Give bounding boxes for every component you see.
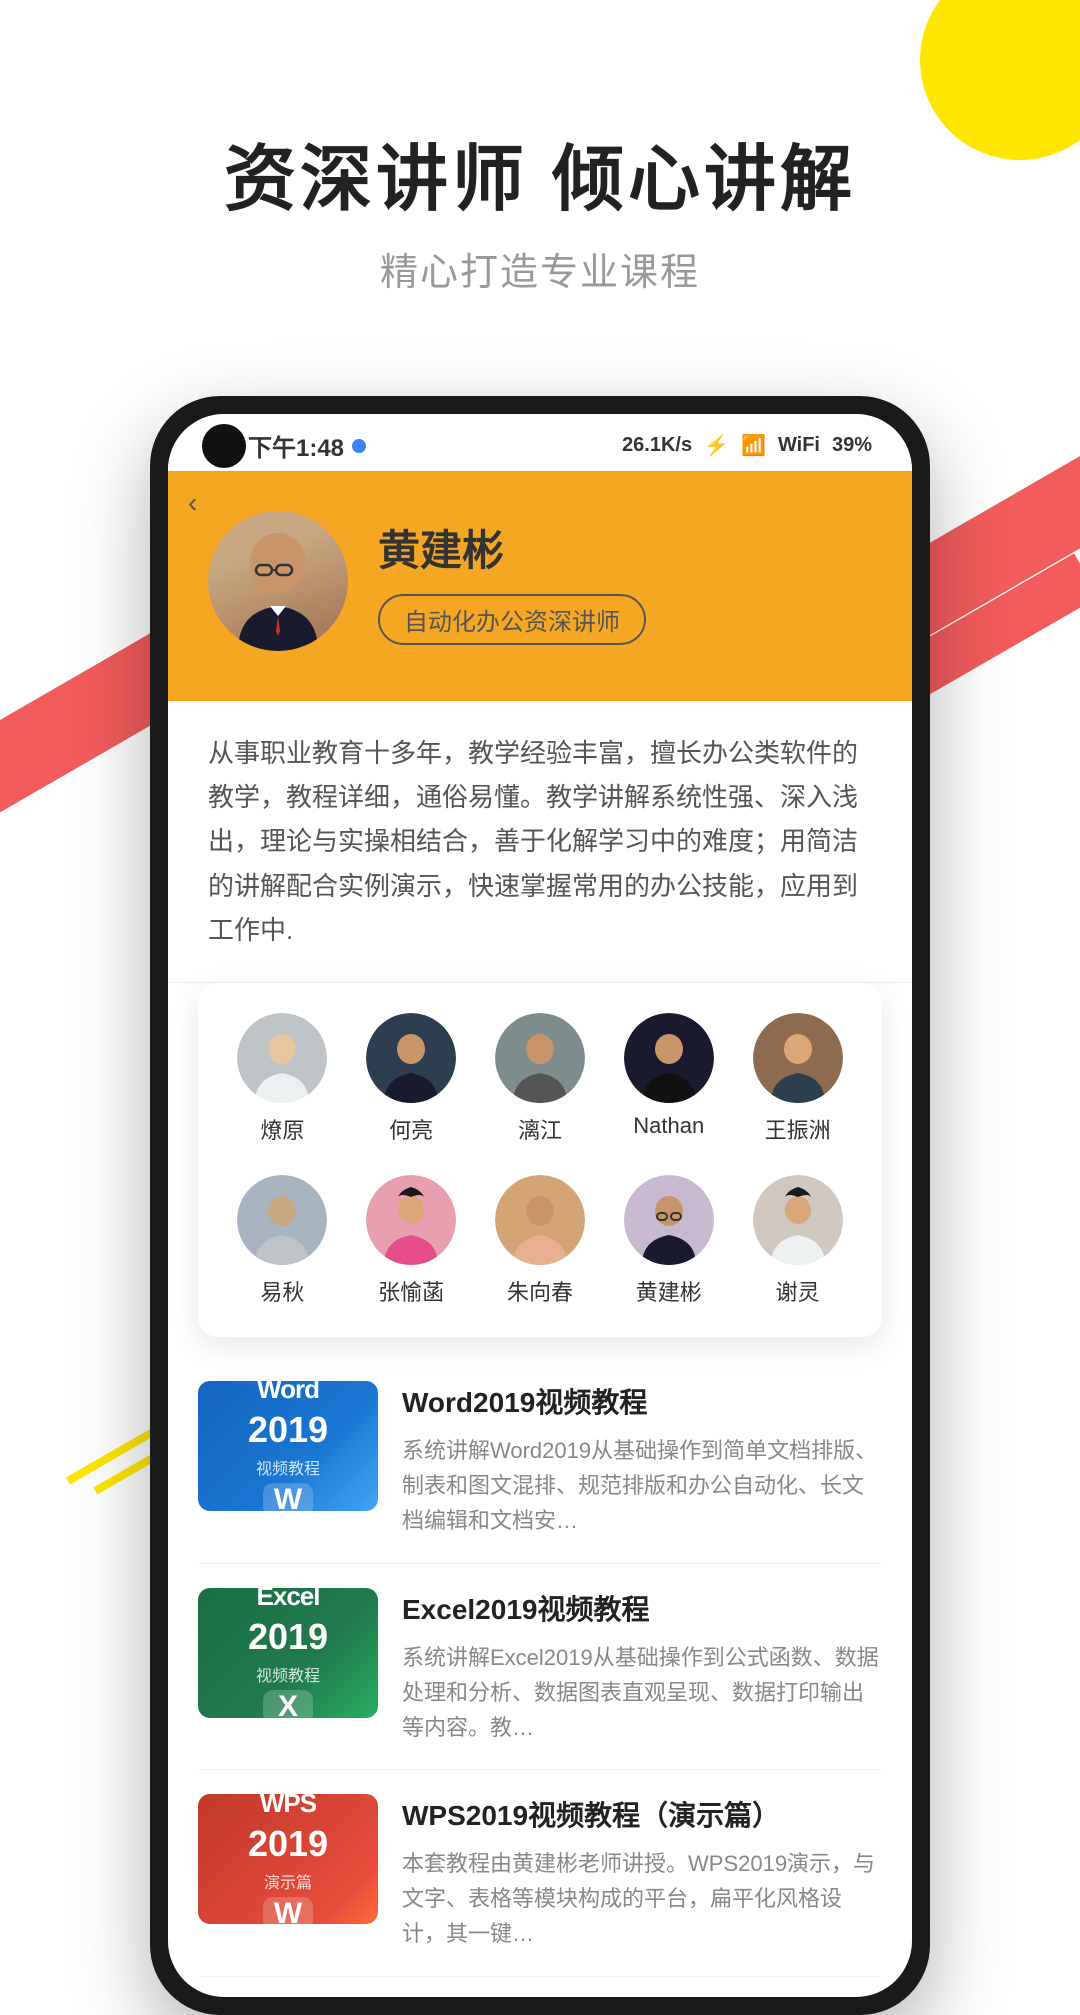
course-info: Word2019视频教程 系统讲解Word2019从基础操作到简单文档排版、制表… bbox=[402, 1381, 882, 1539]
status-dot bbox=[352, 439, 366, 453]
battery: 39% bbox=[832, 434, 872, 457]
course-thumb: WPS 2019 演示篇 W bbox=[198, 1794, 378, 1924]
course-item[interactable]: WPS 2019 演示篇 W WPS2019视频教程（演示篇） 本套教程由黄建彬… bbox=[198, 1770, 882, 1977]
status-time: 下午1:48 bbox=[248, 428, 344, 463]
instructor-thumb bbox=[366, 1175, 456, 1265]
instructor-thumb bbox=[495, 1175, 585, 1265]
instructor-item[interactable]: 漓江 bbox=[490, 1013, 590, 1145]
instructor-thumb-name: Nathan bbox=[633, 1113, 704, 1139]
instructor-bio: 从事职业教育十多年，教学经验丰富，擅长办公类软件的教学，教程详细，通俗易懂。教学… bbox=[168, 701, 912, 983]
instructor-thumb-name: 易秋 bbox=[260, 1275, 304, 1307]
instructor-item[interactable]: 何亮 bbox=[361, 1013, 461, 1145]
status-bar-left: 下午1:48 bbox=[248, 428, 366, 463]
course-title: Word2019视频教程 bbox=[402, 1381, 882, 1421]
instructor-thumb-name: 朱向春 bbox=[507, 1275, 573, 1307]
course-thumb: Excel 2019 视频教程 X bbox=[198, 1588, 378, 1718]
instructor-thumb bbox=[624, 1013, 714, 1103]
instructor-thumb bbox=[495, 1013, 585, 1103]
bluetooth-icon: ⚡ bbox=[704, 433, 729, 458]
course-info: Excel2019视频教程 系统讲解Excel2019从基础操作到公式函数、数据… bbox=[402, 1588, 882, 1746]
instructor-thumb-name: 谢灵 bbox=[776, 1275, 820, 1307]
instructor-thumb bbox=[237, 1175, 327, 1265]
phone-mockup: 下午1:48 26.1K/s ⚡ 📶 WiFi 39% ‹ bbox=[150, 396, 930, 2015]
instructor-badge: 自动化办公资深讲师 bbox=[378, 594, 646, 645]
instructor-thumb bbox=[624, 1175, 714, 1265]
instructor-item[interactable]: 易秋 bbox=[232, 1175, 332, 1307]
instructor-item[interactable]: 黄建彬 bbox=[619, 1175, 719, 1307]
instructor-thumb-name: 王振洲 bbox=[765, 1113, 831, 1145]
course-title: WPS2019视频教程（演示篇） bbox=[402, 1794, 882, 1834]
instructor-name: 黄建彬 bbox=[378, 517, 646, 578]
network-speed: 26.1K/s bbox=[622, 434, 692, 457]
phone-screen: 下午1:48 26.1K/s ⚡ 📶 WiFi 39% ‹ bbox=[168, 414, 912, 1997]
course-title: Excel2019视频教程 bbox=[402, 1588, 882, 1628]
instructor-thumb bbox=[753, 1013, 843, 1103]
course-info: WPS2019视频教程（演示篇） 本套教程由黄建彬老师讲授。WPS2019演示，… bbox=[402, 1794, 882, 1952]
course-item[interactable]: Word 2019 视频教程 W Word2019视频教程 系统讲解Word20… bbox=[198, 1357, 882, 1564]
instructor-item[interactable]: 朱向春 bbox=[490, 1175, 590, 1307]
instructor-grid-card: 燎原 何亮 漓江 Nathan bbox=[198, 983, 882, 1337]
instructor-item[interactable]: Nathan bbox=[619, 1013, 719, 1145]
instructor-item[interactable]: 谢灵 bbox=[748, 1175, 848, 1307]
instructor-item[interactable]: 王振洲 bbox=[748, 1013, 848, 1145]
camera-hole bbox=[202, 424, 246, 468]
wifi-icon: WiFi bbox=[778, 434, 820, 457]
course-desc: 系统讲解Word2019从基础操作到简单文档排版、制表和图文混排、规范排版和办公… bbox=[402, 1433, 882, 1539]
status-right: 26.1K/s ⚡ 📶 WiFi 39% bbox=[622, 433, 872, 458]
instructor-item[interactable]: 燎原 bbox=[232, 1013, 332, 1145]
instructor-thumb bbox=[753, 1175, 843, 1265]
instructor-header: ‹ bbox=[168, 471, 912, 701]
instructor-thumb-name: 何亮 bbox=[389, 1113, 433, 1145]
status-bar: 下午1:48 26.1K/s ⚡ 📶 WiFi 39% bbox=[168, 414, 912, 471]
instructor-thumb-name: 漓江 bbox=[518, 1113, 562, 1145]
course-thumb: Word 2019 视频教程 W bbox=[198, 1381, 378, 1511]
page-header: 资深讲师 倾心讲解 精心打造专业课程 bbox=[0, 0, 1080, 356]
instructor-info: 黄建彬 自动化办公资深讲师 bbox=[378, 517, 646, 645]
back-button[interactable]: ‹ bbox=[188, 487, 197, 519]
page-title: 资深讲师 倾心讲解 bbox=[0, 120, 1080, 225]
instructor-thumb-name: 张愉菡 bbox=[378, 1275, 444, 1307]
instructor-row-2: 易秋 张愉菡 朱向春 黄建彬 bbox=[218, 1175, 862, 1307]
signal-icon: 📶 bbox=[741, 433, 766, 458]
course-desc: 系统讲解Excel2019从基础操作到公式函数、数据处理和分析、数据图表直观呈现… bbox=[402, 1640, 882, 1746]
instructor-item[interactable]: 张愉菡 bbox=[361, 1175, 461, 1307]
course-desc: 本套教程由黄建彬老师讲授。WPS2019演示，与文字、表格等模块构成的平台，扁平… bbox=[402, 1846, 882, 1952]
phone-container: 下午1:48 26.1K/s ⚡ 📶 WiFi 39% ‹ bbox=[0, 396, 1080, 2015]
course-list: Word 2019 视频教程 W Word2019视频教程 系统讲解Word20… bbox=[168, 1337, 912, 1997]
instructor-thumb bbox=[366, 1013, 456, 1103]
instructor-thumb-name: 燎原 bbox=[260, 1113, 304, 1145]
instructor-main-avatar bbox=[208, 511, 348, 651]
instructor-row-1: 燎原 何亮 漓江 Nathan bbox=[218, 1013, 862, 1145]
instructor-thumb-name: 黄建彬 bbox=[636, 1275, 702, 1307]
course-item[interactable]: Excel 2019 视频教程 X Excel2019视频教程 系统讲解Exce… bbox=[198, 1564, 882, 1771]
instructor-thumb bbox=[237, 1013, 327, 1103]
page-subtitle: 精心打造专业课程 bbox=[0, 241, 1080, 296]
